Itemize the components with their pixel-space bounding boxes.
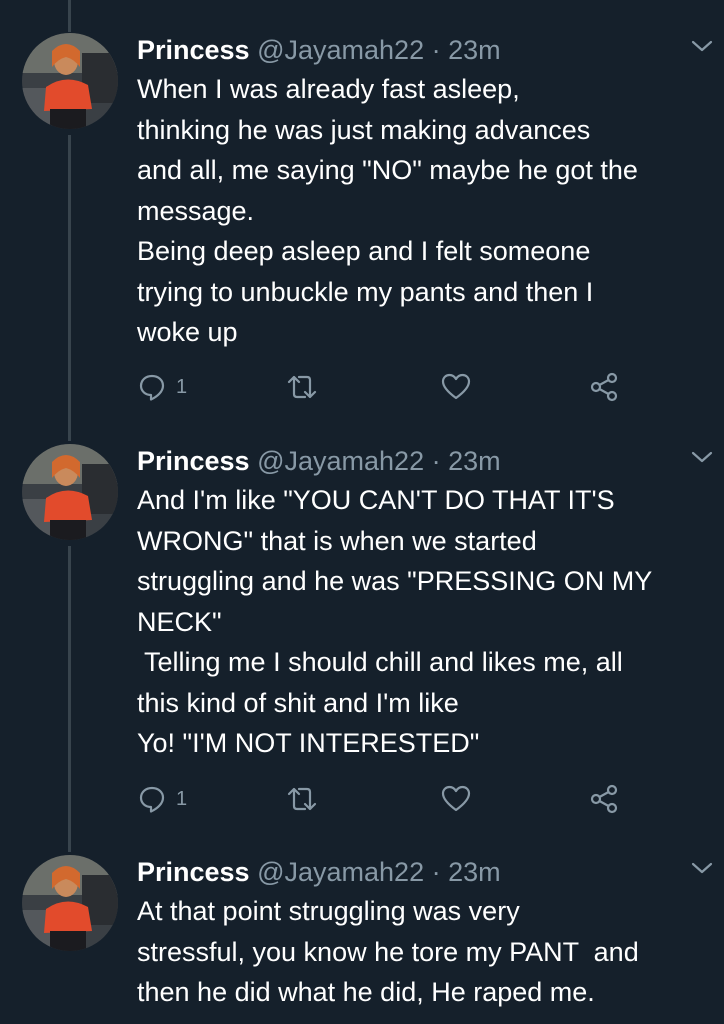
thread-line [68, 0, 71, 32]
tweet-text-line: then he did what he did, He raped me. [137, 977, 595, 1007]
share-button[interactable] [588, 369, 620, 405]
avatar-photo [22, 855, 118, 951]
tweet-text-line: stressful, you know he tore my PANT and [137, 936, 639, 967]
separator-dot: · [431, 446, 441, 476]
separator-dot: · [431, 857, 441, 887]
tweet-text-line: this kind of shit and I'm like [137, 687, 459, 718]
chevron-down-icon[interactable] [691, 450, 713, 464]
retweet-button[interactable] [285, 781, 319, 817]
tweet-text-line: WRONG" that is when we started [137, 525, 537, 556]
display-name[interactable]: Princess [137, 446, 250, 476]
tweet-text: And I'm like "YOU CAN'T DO THAT IT'S WRO… [137, 480, 717, 764]
username[interactable]: @Jayamah22 [257, 446, 424, 476]
like-button[interactable] [440, 369, 472, 405]
tweet-header: Princess @Jayamah22 · 23m [137, 855, 501, 889]
heart-icon [441, 373, 471, 400]
tweet-text-line: trying to unbuckle my pants and then I [137, 276, 594, 307]
tweet-text: At that point struggling was very stress… [137, 891, 717, 1013]
tweet-text-line: and all, me saying "NO" maybe he got the [137, 155, 638, 185]
tweet-text-line: At that point struggling was very [137, 896, 520, 926]
tweet-text-line: Being deep asleep and I felt someone [137, 236, 591, 266]
username[interactable]: @Jayamah22 [257, 35, 424, 65]
avatar[interactable] [22, 33, 118, 129]
tweet-text-line: When I was already fast asleep, [137, 74, 520, 104]
heart-icon [441, 785, 471, 812]
share-icon [590, 372, 618, 402]
reply-icon [139, 374, 165, 401]
tweet-text-line: Telling me I should chill and likes me, … [137, 647, 623, 677]
reply-button[interactable]: 1 [137, 781, 187, 817]
tweet[interactable]: Princess @Jayamah22 · 23m When I was alr… [0, 33, 724, 413]
tweet-header: Princess @Jayamah22 · 23m [137, 33, 501, 67]
timestamp[interactable]: 23m [448, 446, 501, 476]
reply-button[interactable]: 1 [137, 369, 187, 405]
display-name[interactable]: Princess [137, 857, 250, 887]
tweet-text-line: thinking he was just making advances [137, 114, 591, 145]
username[interactable]: @Jayamah22 [257, 857, 424, 887]
tweet-text-line: NECK" [137, 606, 222, 637]
tweet-text-line: message. [137, 195, 255, 226]
tweet-text-line: struggling and he was "PRESSING ON MY [137, 566, 653, 596]
reply-icon [139, 786, 165, 813]
tweet-text: When I was already fast asleep, thinking… [137, 69, 717, 353]
retweet-icon [287, 375, 317, 399]
separator-dot: · [431, 35, 441, 65]
tweet[interactable]: Princess @Jayamah22 · 23m At that point … [0, 855, 724, 1024]
tweet-text-line: And I'm like "YOU CAN'T DO THAT IT'S [137, 485, 615, 515]
avatar[interactable] [22, 855, 118, 951]
reply-count: 1 [176, 787, 188, 810]
avatar-photo [22, 444, 118, 540]
chevron-down-icon[interactable] [691, 861, 713, 875]
share-icon [590, 784, 618, 814]
retweet-button[interactable] [285, 369, 319, 405]
tweet-header: Princess @Jayamah22 · 23m [137, 444, 501, 478]
chevron-down-icon[interactable] [691, 39, 713, 53]
display-name[interactable]: Princess [137, 35, 250, 65]
tweet-text-line: woke up [137, 317, 238, 347]
like-button[interactable] [440, 781, 472, 817]
avatar[interactable] [22, 444, 118, 540]
retweet-icon [287, 787, 317, 811]
tweet-actions: 1 [137, 781, 697, 817]
timestamp[interactable]: 23m [448, 35, 501, 65]
tweet[interactable]: Princess @Jayamah22 · 23m And I'm like "… [0, 444, 724, 824]
reply-count: 1 [176, 375, 188, 398]
tweet-text-line: Yo! "I'M NOT INTERESTED" [137, 728, 480, 758]
share-button[interactable] [588, 781, 620, 817]
tweet-actions: 1 [137, 369, 697, 405]
avatar-photo [22, 33, 118, 129]
timestamp[interactable]: 23m [448, 857, 501, 887]
